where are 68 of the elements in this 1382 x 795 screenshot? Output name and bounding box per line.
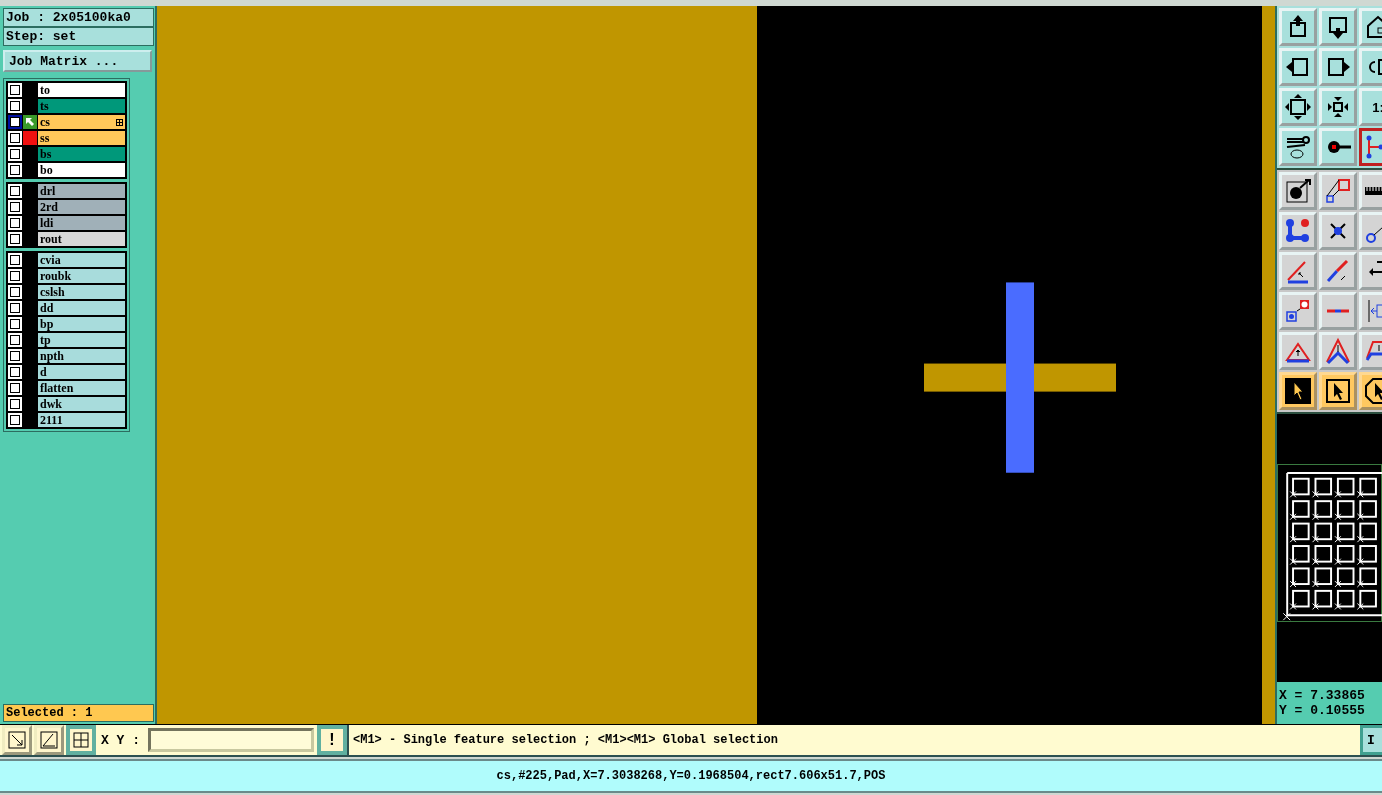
x-coordinate: X = 7.33865 xyxy=(1279,688,1366,704)
pad-arrow-icon xyxy=(1283,176,1313,206)
layer-name[interactable]: npth xyxy=(38,349,125,363)
grid-icon xyxy=(71,730,91,751)
chevron-icon xyxy=(1323,336,1353,366)
zoom-out-icon xyxy=(1283,92,1313,122)
pad-arrow-tool[interactable] xyxy=(1279,172,1317,210)
cross-tool[interactable] xyxy=(1319,212,1357,250)
layer-name[interactable]: 2111 xyxy=(38,413,125,427)
layer-name[interactable]: cvia xyxy=(38,253,125,267)
arrow-left-tool[interactable] xyxy=(1279,48,1317,86)
zoom-diagonal-icon xyxy=(7,730,27,751)
zoom-in-tool[interactable] xyxy=(1319,88,1357,126)
layer-name[interactable]: d xyxy=(38,365,125,379)
layer-name[interactable]: tp xyxy=(38,333,125,347)
chevron-tool[interactable] xyxy=(1319,332,1357,370)
layer-name[interactable]: roubk xyxy=(38,269,125,283)
zoom-diagonal-button[interactable] xyxy=(2,725,32,756)
layer-name[interactable]: bs xyxy=(38,147,125,161)
pointer-tool[interactable] xyxy=(1279,372,1317,410)
info-button[interactable]: I xyxy=(1360,725,1382,756)
triangle-tool[interactable] xyxy=(1279,332,1317,370)
job-name: Job : 2x05100ka0 xyxy=(3,8,154,27)
layer-name[interactable]: dd xyxy=(38,301,125,315)
layer-name[interactable]: 2rd xyxy=(38,200,125,214)
tray-down-tool[interactable] xyxy=(1319,8,1357,46)
layer-name[interactable]: to xyxy=(38,83,125,97)
line-segment-tool[interactable] xyxy=(1319,292,1357,330)
scale-button[interactable]: 1: xyxy=(1359,88,1382,126)
xy-label: X Y : xyxy=(101,732,140,748)
layer-name[interactable]: drl xyxy=(38,184,125,198)
warning-button[interactable]: ! xyxy=(317,725,347,756)
layer-name[interactable]: rout xyxy=(38,232,125,246)
grid-button[interactable] xyxy=(66,725,96,756)
feature-info: cs,#225,Pad,X=7.3038268,Y=0.1968504,rect7.606x51.7,POS xyxy=(496,769,886,784)
layer-name[interactable]: ldi xyxy=(38,216,125,230)
layer-name[interactable]: dwk xyxy=(38,397,125,411)
square-link-icon xyxy=(1323,176,1353,206)
square-move-tool[interactable] xyxy=(1279,292,1317,330)
layer-name[interactable]: cslsh xyxy=(38,285,125,299)
tray-up-tool[interactable] xyxy=(1279,8,1317,46)
pointer-box-tool[interactable] xyxy=(1319,372,1357,410)
pointer-box-icon xyxy=(1323,376,1353,406)
angle-line-tool[interactable] xyxy=(1279,252,1317,290)
xy-input-field[interactable] xyxy=(148,728,314,753)
zoom-out-tool[interactable] xyxy=(1279,88,1317,126)
probe-tool[interactable] xyxy=(1319,128,1357,166)
y-coordinate: Y = 0.10555 xyxy=(1279,703,1366,719)
line-segment-icon xyxy=(1327,309,1349,313)
grid-icon xyxy=(116,118,123,126)
wrench-palette-tool[interactable] xyxy=(1279,128,1317,166)
selected-count: Selected : 1 xyxy=(3,704,154,723)
job-matrix-button[interactable]: Job Matrix ... xyxy=(3,50,152,72)
layer-checkbox[interactable] xyxy=(8,115,22,129)
diagonal-line-tool[interactable] xyxy=(1319,252,1357,290)
layer-name[interactable]: bo xyxy=(38,163,125,177)
step-name: Step: set xyxy=(3,27,154,46)
layer-name[interactable]: bp xyxy=(38,317,125,331)
square-link-tool[interactable] xyxy=(1319,172,1357,210)
layer-name[interactable]: ts xyxy=(38,99,125,113)
slope-icon xyxy=(39,730,59,751)
layer-name[interactable]: ss xyxy=(38,131,125,145)
layer-name[interactable]: flatten xyxy=(38,381,125,395)
pointer-icon xyxy=(1283,376,1313,406)
layer-name[interactable]: cs xyxy=(38,115,125,129)
nodes-tool[interactable] xyxy=(1279,212,1317,250)
arrow-right-tool[interactable] xyxy=(1319,48,1357,86)
slope-button[interactable] xyxy=(34,725,64,756)
